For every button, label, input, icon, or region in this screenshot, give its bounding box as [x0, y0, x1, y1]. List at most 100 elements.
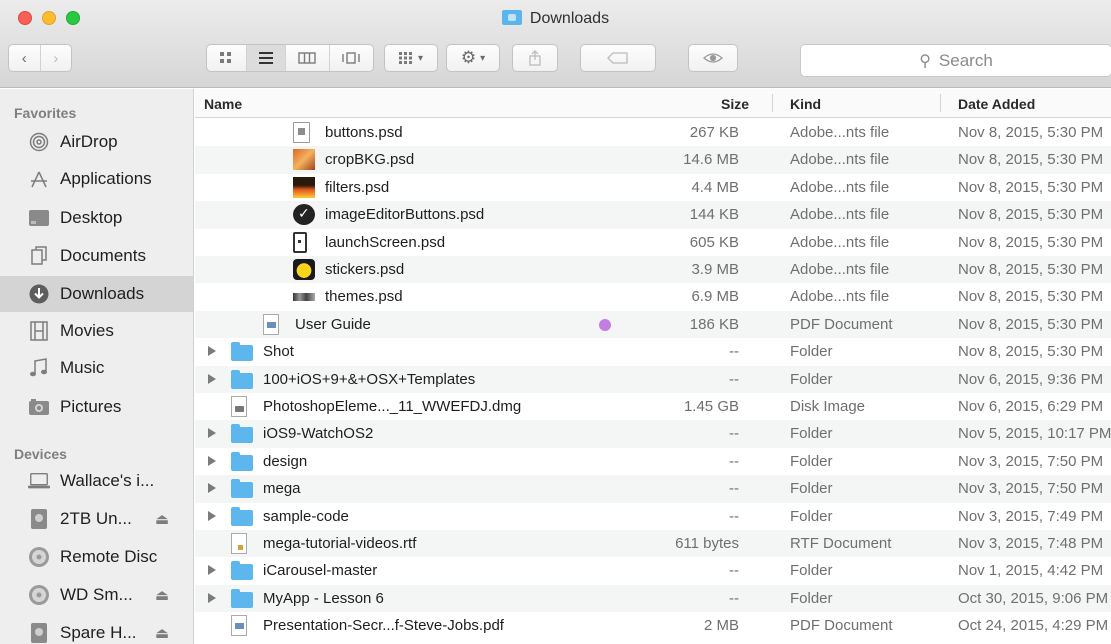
sidebar-item-desktop[interactable]: Desktop — [0, 200, 193, 236]
file-kind: PDF Document — [790, 617, 893, 635]
sidebar-item-pictures[interactable]: Pictures — [0, 389, 193, 425]
search-field[interactable]: ⚲ Search — [800, 44, 1111, 77]
file-row[interactable]: filters.psd 4.4 MB Adobe...nts file Nov 8, … — [195, 174, 1111, 201]
sidebar-item-device[interactable]: Spare H... ⏏ — [0, 615, 193, 644]
list-view-button[interactable] — [246, 45, 287, 71]
column-header-name[interactable]: Name — [204, 96, 242, 112]
cover-flow-button[interactable] — [330, 45, 373, 71]
file-row[interactable]: iOS9-WatchOS2 -- Folder Nov 5, 2015, 10:17 … — [195, 420, 1111, 448]
sidebar-item-documents[interactable]: Documents — [0, 238, 193, 274]
file-row[interactable]: mega -- Folder Nov 3, 2015, 7:50 PM — [195, 475, 1111, 503]
disclosure-triangle-icon[interactable] — [208, 510, 216, 521]
sidebar-item-label: Downloads — [60, 284, 145, 303]
folder-icon — [231, 369, 253, 389]
file-name: MyApp - Lesson 6 — [263, 589, 384, 607]
file-kind: Folder — [790, 507, 833, 525]
sidebar-item-movies[interactable]: Movies — [0, 313, 193, 349]
file-kind: Folder — [790, 370, 833, 388]
file-size: 14.6 MB — [683, 151, 739, 169]
file-size: -- — [729, 562, 739, 580]
disclosure-triangle-icon[interactable] — [208, 373, 216, 384]
file-row[interactable]: cropBKG.psd 14.6 MB Adobe...nts file Nov 8,… — [195, 146, 1111, 174]
share-button[interactable] — [512, 44, 558, 72]
column-header-kind[interactable]: Kind — [790, 96, 821, 112]
file-row[interactable]: stickers.psd 3.9 MB Adobe...nts file Nov 8,… — [195, 256, 1111, 284]
psd-phone-icon — [293, 231, 307, 253]
file-row[interactable]: PhotoshopEleme..._11_WWEFDJ.dmg 1.45 GB Di… — [195, 393, 1111, 420]
file-row[interactable]: 100+iOS+9+&+OSX+Templates -- Folder Nov 6, … — [195, 365, 1111, 393]
disclosure-triangle-icon[interactable] — [208, 565, 216, 576]
file-size: -- — [729, 452, 739, 470]
pictures-icon — [28, 396, 50, 418]
eject-icon[interactable]: ⏏ — [155, 624, 169, 642]
file-row[interactable]: themes.psd 6.9 MB Adobe...nts file Nov 8, 2… — [195, 283, 1111, 310]
disclosure-triangle-icon[interactable] — [208, 455, 216, 466]
file-row[interactable]: MyApp - Lesson 6 -- Folder Oct 30, 2015, 9:… — [195, 584, 1111, 613]
file-name: sample-code — [263, 507, 349, 525]
sidebar-item-device[interactable]: WD Sm... ⏏ — [0, 577, 193, 613]
icon-view-button[interactable] — [207, 45, 247, 71]
sidebar-item-device[interactable]: 2TB Un... ⏏ — [0, 501, 193, 537]
file-row[interactable]: launchScreen.psd 605 KB Adobe...nts file No… — [195, 229, 1111, 256]
arrange-icon — [398, 52, 412, 64]
sidebar-item-label: WD Sm... — [60, 585, 133, 604]
disclosure-triangle-icon[interactable] — [208, 428, 216, 439]
folder-icon — [231, 424, 253, 444]
disclosure-triangle-icon[interactable] — [208, 592, 216, 603]
file-name: buttons.psd — [325, 124, 403, 141]
sidebar-item-applications[interactable]: Applications — [0, 161, 193, 197]
file-name: launchScreen.psd — [325, 233, 446, 251]
file-row[interactable]: design -- Folder Nov 3, 2015, 7:50 PM — [195, 448, 1111, 475]
cover-flow-icon — [342, 52, 360, 64]
sidebar-item-device[interactable]: Remote Disc — [0, 539, 193, 575]
psd-strip-icon — [293, 293, 315, 302]
file-row[interactable]: Presentation-Secr...f-Steve-Jobs.pdf 2 MB… — [195, 612, 1111, 639]
file-name: cropBKG.psd — [325, 151, 415, 169]
forward-button[interactable]: › — [41, 45, 72, 71]
back-button[interactable]: ‹ — [9, 45, 41, 71]
file-name: iCarousel-master — [263, 562, 378, 580]
file-row[interactable]: iCarousel-master -- Folder Nov 1, 2015, 4:4… — [195, 557, 1111, 584]
eject-icon[interactable]: ⏏ — [155, 510, 169, 528]
sidebar-item-music[interactable]: Music — [0, 350, 193, 386]
file-row[interactable]: imageEditorButtons.psd 144 KB Adobe...nts … — [195, 201, 1111, 229]
sidebar-item-label: Desktop — [60, 208, 123, 227]
file-row[interactable]: buttons.psd 267 KB Adobe...nts file Nov 8, … — [195, 119, 1111, 146]
sidebar-item-device[interactable]: Wallace's i... — [0, 463, 193, 499]
file-name: User Guide — [295, 315, 371, 333]
column-divider[interactable] — [772, 94, 773, 112]
column-divider[interactable] — [940, 94, 941, 112]
desktop-icon — [28, 207, 50, 229]
file-row[interactable]: mega-tutorial-videos.rtf 611 bytes RTF Doc… — [195, 530, 1111, 558]
disclosure-triangle-icon[interactable] — [208, 346, 216, 357]
back-forward-control: ‹ › — [8, 44, 72, 72]
window-title: Downloads — [0, 10, 1111, 28]
file-size: 4.4 MB — [691, 178, 739, 196]
file-row[interactable]: sample-code -- Folder Nov 3, 2015, 7:49 PM — [195, 503, 1111, 530]
file-date-added: Nov 3, 2015, 7:49 PM — [958, 507, 1104, 525]
file-size: 2 MB — [703, 617, 739, 635]
column-header-date-added[interactable]: Date Added — [958, 96, 1035, 112]
arrange-button[interactable]: ▾ — [384, 44, 438, 72]
file-row[interactable]: Shot -- Folder Nov 8, 2015, 5:30 PM — [195, 338, 1111, 365]
tag-icon — [607, 52, 628, 64]
file-row[interactable]: User Guide 186 KB PDF Document Nov 8, 2015,… — [195, 310, 1111, 339]
sidebar-item-label: 2TB Un... — [60, 509, 132, 528]
disclosure-triangle-icon[interactable] — [208, 483, 216, 494]
file-size: -- — [729, 507, 739, 525]
file-name: 100+iOS+9+&+OSX+Templates — [263, 370, 476, 388]
eject-icon[interactable]: ⏏ — [155, 586, 169, 604]
quick-look-button[interactable] — [688, 44, 738, 72]
tags-button[interactable] — [580, 44, 656, 72]
folder-icon — [231, 561, 253, 581]
file-date-added: Nov 3, 2015, 7:50 PM — [958, 480, 1104, 498]
sidebar-item-label: Wallace's i... — [60, 471, 155, 490]
column-header-size[interactable]: Size — [721, 96, 749, 112]
sidebar-item-downloads[interactable]: Downloads — [0, 276, 193, 312]
file-date-added: Nov 8, 2015, 5:30 PM — [958, 233, 1104, 251]
file-kind: Folder — [790, 425, 833, 443]
sidebar-item-airdrop[interactable]: AirDrop — [0, 124, 193, 160]
action-button[interactable]: ⚙ ▾ — [446, 44, 500, 72]
disk-image-icon — [231, 396, 247, 417]
column-view-button[interactable] — [286, 45, 330, 71]
